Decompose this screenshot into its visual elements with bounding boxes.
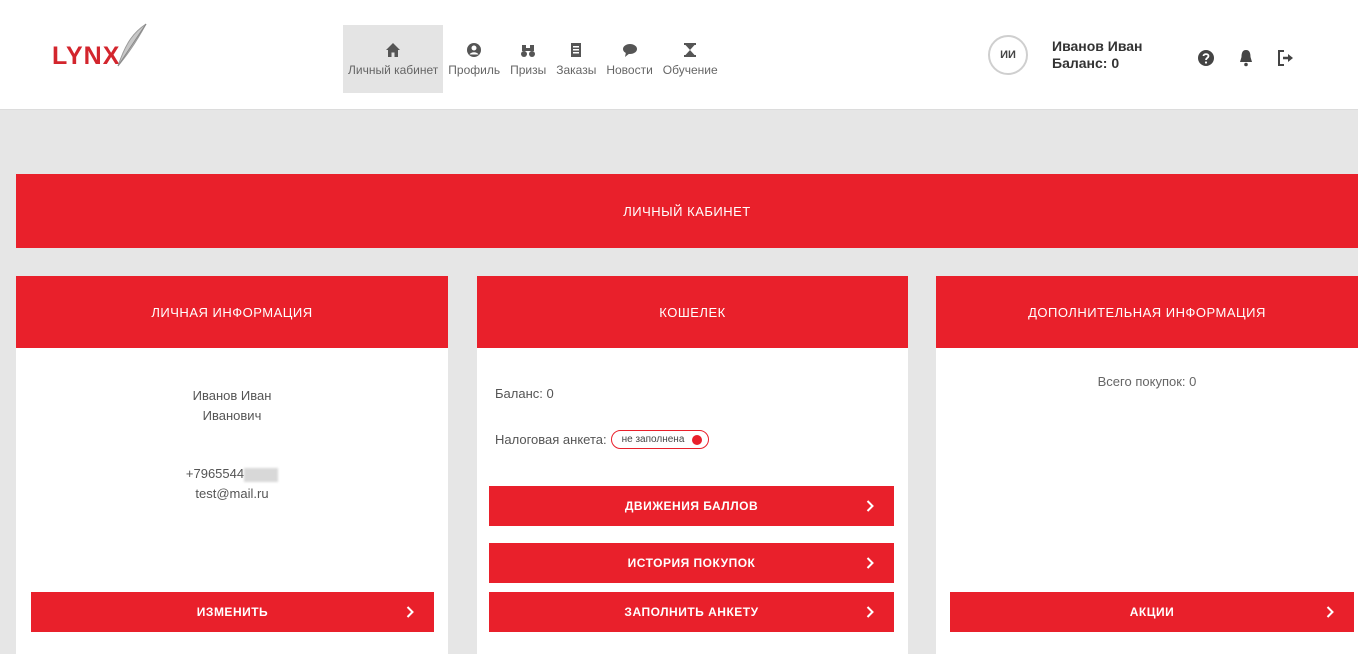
personal-info-panel: ЛИЧНАЯ ИНФОРМАЦИЯ Иванов Иван Иванович +… <box>16 276 448 654</box>
header-actions <box>1196 48 1296 68</box>
nav-label: Обучение <box>662 63 718 77</box>
help-icon[interactable] <box>1196 48 1216 68</box>
purchase-history-button[interactable]: ИСТОРИЯ ПОКУПОК <box>489 543 894 583</box>
document-icon <box>567 41 585 59</box>
button-label: ИСТОРИЯ ПОКУПОК <box>627 556 756 570</box>
balance-label: Баланс: <box>495 386 543 401</box>
user-name: Иванов Иван <box>1052 38 1143 54</box>
extra-info-panel: ДОПОЛНИТЕЛЬНАЯ ИНФОРМАЦИЯ Всего покупок:… <box>936 276 1358 654</box>
contact-info: +7965544 test@mail.ru <box>16 464 448 504</box>
tax-form-status: Налоговая анкета: не заполнена <box>495 430 710 449</box>
status-badge: не заполнена <box>610 430 710 449</box>
feather-icon <box>117 23 147 67</box>
chevron-right-icon <box>862 498 878 514</box>
phone-value: +7965544 <box>185 466 245 481</box>
header: LYNX Личный кабинет Профиль Призы Заказы… <box>0 0 1358 110</box>
button-label: ЗАПОЛНИТЬ АНКЕТУ <box>624 605 759 619</box>
nav-label: Новости <box>606 63 653 77</box>
page-title-banner: ЛИЧНЫЙ КАБИНЕТ <box>16 174 1358 248</box>
wallet-panel: КОШЕЛЕК Баланс: 0 Налоговая анкета: не з… <box>477 276 908 654</box>
panel-title: ЛИЧНАЯ ИНФОРМАЦИЯ <box>151 304 313 320</box>
user-block[interactable]: ИИ Иванов Иван Баланс: 0 <box>988 27 1143 83</box>
lynx-logo[interactable]: LYNX <box>52 22 162 82</box>
button-label: ИЗМЕНИТЬ <box>196 605 269 619</box>
binoculars-icon <box>519 41 537 59</box>
points-movement-button[interactable]: ДВИЖЕНИЯ БАЛЛОВ <box>489 486 894 526</box>
nav-item-training[interactable]: Обучение <box>658 25 723 93</box>
nav-item-orders[interactable]: Заказы <box>551 25 601 93</box>
nav-item-cabinet[interactable]: Личный кабинет <box>343 25 444 93</box>
chevron-right-icon <box>862 555 878 571</box>
hourglass-icon <box>681 41 699 59</box>
chat-bubble-icon <box>621 41 639 59</box>
user-info: Иванов Иван Баланс: 0 <box>1052 38 1143 72</box>
logout-icon[interactable] <box>1276 48 1296 68</box>
purchases-count: Всего покупок: 0 <box>1097 374 1197 389</box>
patronymic-line: Иванович <box>202 408 262 423</box>
full-name: Иванов Иван Иванович <box>16 386 448 426</box>
phone-number: +7965544 <box>16 464 448 484</box>
button-label: АКЦИИ <box>1129 605 1175 619</box>
panel-header: КОШЕЛЕК <box>477 276 908 348</box>
email-address: test@mail.ru <box>195 486 269 501</box>
avatar[interactable]: ИИ <box>988 35 1028 75</box>
fill-form-button[interactable]: ЗАПОЛНИТЬ АНКЕТУ <box>489 592 894 632</box>
nav-label: Профиль <box>448 63 501 77</box>
nav-item-news[interactable]: Новости <box>601 25 657 93</box>
status-text: не заполнена <box>621 434 685 445</box>
button-label: ДВИЖЕНИЯ БАЛЛОВ <box>624 499 759 513</box>
wallet-balance: Баланс: 0 <box>495 386 554 401</box>
nav-label: Призы <box>510 63 547 77</box>
panel-header: ЛИЧНАЯ ИНФОРМАЦИЯ <box>16 276 448 348</box>
panel-title: ДОПОЛНИТЕЛЬНАЯ ИНФОРМАЦИЯ <box>1028 304 1266 320</box>
nav-label: Заказы <box>556 63 597 77</box>
status-dot <box>692 434 703 445</box>
chevron-right-icon <box>402 604 418 620</box>
name-line: Иванов Иван <box>192 388 272 403</box>
nav-label: Личный кабинет <box>348 63 439 77</box>
panel-header: ДОПОЛНИТЕЛЬНАЯ ИНФОРМАЦИЯ <box>936 276 1358 348</box>
nav-item-prizes[interactable]: Призы <box>505 25 551 93</box>
chevron-right-icon <box>862 604 878 620</box>
bell-icon[interactable] <box>1236 48 1256 68</box>
tax-label: Налоговая анкета: <box>495 432 607 447</box>
user-balance: Баланс: 0 <box>1052 55 1120 71</box>
main-nav: Личный кабинет Профиль Призы Заказы Ново… <box>343 25 723 93</box>
nav-item-profile[interactable]: Профиль <box>443 25 505 93</box>
user-circle-icon <box>465 41 483 59</box>
edit-button[interactable]: ИЗМЕНИТЬ <box>31 592 434 632</box>
promotions-button[interactable]: АКЦИИ <box>950 592 1354 632</box>
panel-title: КОШЕЛЕК <box>659 304 726 320</box>
redacted-block <box>244 467 279 482</box>
chevron-right-icon <box>1322 604 1338 620</box>
balance-value: 0 <box>546 386 554 401</box>
home-icon <box>384 41 402 59</box>
page-title: ЛИЧНЫЙ КАБИНЕТ <box>623 203 751 219</box>
